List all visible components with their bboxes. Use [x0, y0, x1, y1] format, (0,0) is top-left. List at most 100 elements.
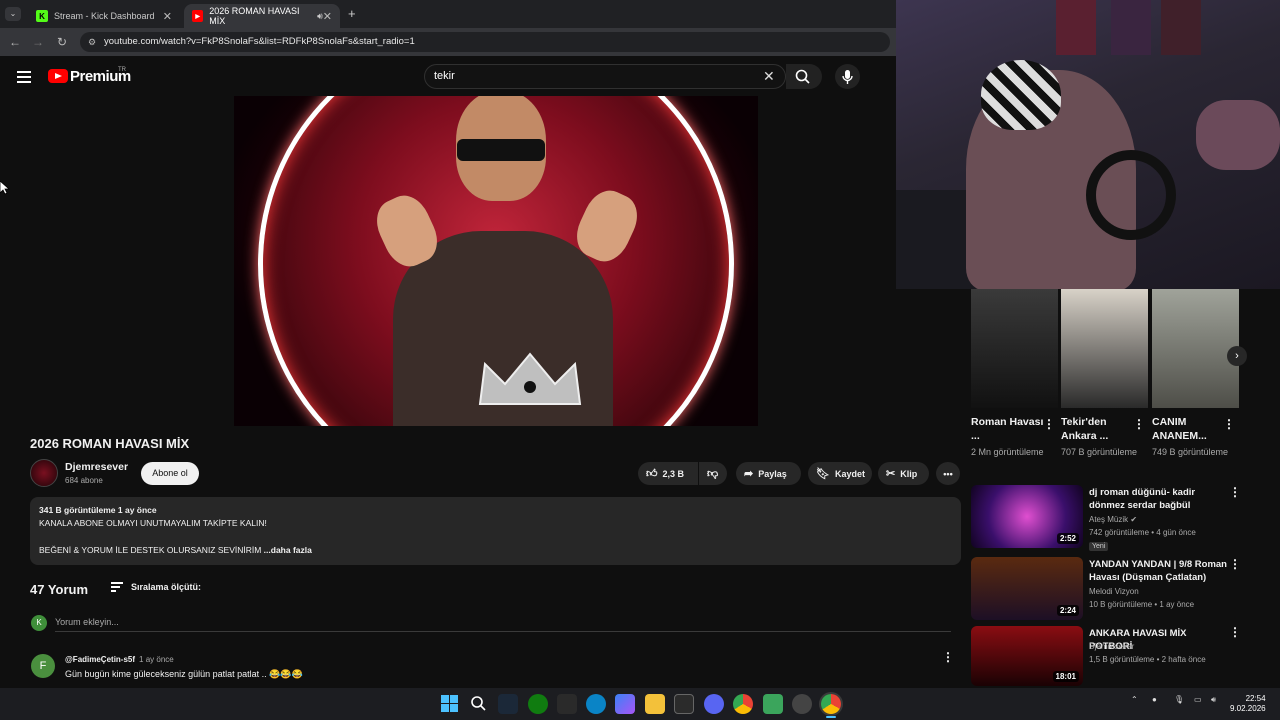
related-thumbnail[interactable]: 2:52	[971, 485, 1083, 548]
search-icon	[795, 69, 810, 84]
like-button[interactable]: 👍︎ 2,3 B	[638, 462, 698, 485]
thumbs-up-icon: 👍︎	[646, 468, 658, 480]
wall-poster	[1161, 0, 1201, 55]
discord-icon[interactable]	[704, 694, 724, 714]
forward-arrow-icon[interactable]: →	[30, 34, 46, 50]
address-bar[interactable]: ⚙ youtube.com/watch?v=FkP8SnolaFs&list=R…	[80, 32, 890, 52]
description-line-2-text: BEĞENİ & YORUM İLE DESTEK OLURSANIZ SEVİ…	[39, 545, 264, 555]
short-views: 749 B görüntüleme	[1152, 447, 1229, 457]
save-button[interactable]: 🔖︎ Kaydet	[808, 462, 872, 485]
tab-kick-dashboard[interactable]: K Stream - Kick Dashboard ✕	[28, 4, 180, 28]
comment-options-icon[interactable]: ⋮	[942, 651, 954, 663]
taskbar-clock[interactable]: 22:54 9.02.2026	[1230, 694, 1266, 714]
close-tab-icon[interactable]: ✕	[163, 10, 172, 23]
new-tab-icon[interactable]: +	[348, 6, 356, 21]
sort-by-button[interactable]: Sıralama ölçütü:	[131, 582, 201, 592]
short-thumbnail[interactable]	[1152, 289, 1239, 408]
tab-label: 2026 ROMAN HAVASI MİX	[209, 6, 300, 26]
steering-wheel	[1086, 150, 1176, 240]
tab-list-chevron-icon[interactable]: ⌄	[5, 7, 21, 21]
youtube-logo-icon[interactable]	[48, 69, 68, 83]
microphone-icon	[842, 70, 853, 84]
dislike-button[interactable]: 👎︎	[699, 462, 727, 485]
reload-icon[interactable]: ↻	[54, 34, 70, 50]
comment-time: 1 ay önce	[139, 655, 174, 664]
menu-icon[interactable]	[17, 71, 31, 83]
site-info-icon[interactable]: ⚙	[88, 32, 96, 52]
store-icon[interactable]	[674, 694, 694, 714]
add-comment-underline	[55, 631, 951, 632]
user-avatar: K	[31, 615, 47, 631]
tray-overflow-icon[interactable]: ⌃	[1131, 695, 1138, 704]
short-options-icon[interactable]: ⋮	[1223, 418, 1235, 430]
voice-search-button[interactable]	[835, 64, 860, 89]
clip-button[interactable]: ✂ Klip	[878, 462, 929, 485]
short-title[interactable]: CANIM ANANEM...	[1152, 415, 1226, 443]
sort-icon[interactable]	[111, 582, 123, 592]
short-title[interactable]: Tekir'den Ankara ...	[1061, 415, 1135, 443]
short-views: 2 Mn görüntüleme	[971, 447, 1044, 457]
add-comment-input[interactable]: Yorum ekleyin...	[55, 617, 119, 627]
short-views: 707 B görüntüleme	[1061, 447, 1138, 457]
video-title: 2026 ROMAN HAVASI MİX	[30, 436, 190, 451]
short-options-icon[interactable]: ⋮	[1133, 418, 1145, 430]
channel-avatar[interactable]	[30, 459, 58, 487]
short-title[interactable]: Roman Havası ...	[971, 415, 1045, 443]
file-explorer-icon[interactable]	[645, 694, 665, 714]
clear-search-icon[interactable]: ✕	[763, 68, 775, 85]
comment-author-handle[interactable]: @FadimeÇetin-s5f	[65, 655, 135, 664]
clock-time: 22:54	[1245, 694, 1266, 703]
related-options-icon[interactable]: ⋮	[1229, 486, 1241, 498]
related-title[interactable]: dj roman düğünü- kadir dönmez serdar bağ…	[1089, 486, 1227, 512]
search-button[interactable]	[786, 64, 822, 89]
tray-app-icon[interactable]: ●	[1152, 695, 1157, 704]
epic-games-icon[interactable]	[557, 694, 577, 714]
edge-icon[interactable]	[586, 694, 606, 714]
subscribe-button[interactable]: Abone ol	[141, 462, 199, 485]
related-options-icon[interactable]: ⋮	[1229, 626, 1241, 638]
video-player[interactable]	[234, 96, 758, 426]
tray-network-icon[interactable]: ▭	[1194, 695, 1202, 704]
close-tab-icon[interactable]: ✕	[323, 10, 332, 23]
taskbar-search-icon[interactable]	[470, 695, 487, 712]
channel-name[interactable]: Djemresever	[65, 461, 128, 473]
related-thumbnail[interactable]: 2:24	[971, 557, 1083, 620]
show-more-link[interactable]: ...daha fazla	[264, 545, 312, 555]
xbox-icon[interactable]	[528, 694, 548, 714]
related-options-icon[interactable]: ⋮	[1229, 558, 1241, 570]
copilot-icon[interactable]	[615, 694, 635, 714]
windows-start-icon[interactable]	[441, 695, 458, 712]
comment-author[interactable]: @FadimeÇetin-s5f 1 ay önce	[65, 655, 174, 664]
related-thumbnail[interactable]: 18:01	[971, 626, 1083, 686]
short-options-icon[interactable]: ⋮	[1043, 418, 1055, 430]
tab-label: Stream - Kick Dashboard	[54, 11, 155, 21]
tab-youtube[interactable]: ▶ 2026 ROMAN HAVASI MİX 🔊︎ ✕	[184, 4, 340, 28]
tray-mic-icon[interactable]: 🎙︎	[1174, 695, 1184, 704]
chevron-right-icon[interactable]: ›	[1227, 346, 1247, 366]
related-channel[interactable]: Djemresever	[1089, 642, 1134, 651]
like-count: 2,3 B	[662, 468, 685, 479]
related-channel[interactable]: Melodi Vizyon	[1089, 587, 1139, 596]
wall-poster	[1056, 0, 1096, 55]
webcam-overlay	[896, 0, 1280, 289]
search-input[interactable]: tekir	[424, 64, 786, 89]
related-meta: 1,5 B görüntüleme • 2 hafta önce	[1089, 655, 1206, 664]
comment-avatar[interactable]: F	[31, 654, 55, 678]
related-title[interactable]: YANDAN YANDAN | 9/8 Roman Havası (Düşman…	[1089, 558, 1227, 584]
chrome-active-icon[interactable]	[821, 694, 841, 714]
share-button[interactable]: ➦ Paylaş	[736, 462, 801, 485]
crown-graphic	[478, 352, 582, 405]
url-text: youtube.com/watch?v=FkP8SnolaFs&list=RDF…	[104, 36, 415, 47]
short-thumbnail[interactable]	[971, 289, 1058, 408]
chrome-icon[interactable]	[733, 694, 753, 714]
back-arrow-icon[interactable]: ←	[7, 34, 23, 50]
obs-icon[interactable]	[792, 694, 812, 714]
active-app-indicator	[826, 716, 836, 718]
more-actions-button[interactable]: •••	[936, 462, 960, 485]
related-channel[interactable]: Ateş Müzik ✔	[1089, 515, 1137, 524]
bookmark-icon: 🔖︎	[816, 468, 830, 480]
short-thumbnail[interactable]	[1061, 289, 1148, 408]
tray-volume-icon[interactable]: 🔊︎	[1211, 695, 1216, 705]
app-icon[interactable]	[763, 694, 783, 714]
steam-icon[interactable]	[498, 694, 518, 714]
